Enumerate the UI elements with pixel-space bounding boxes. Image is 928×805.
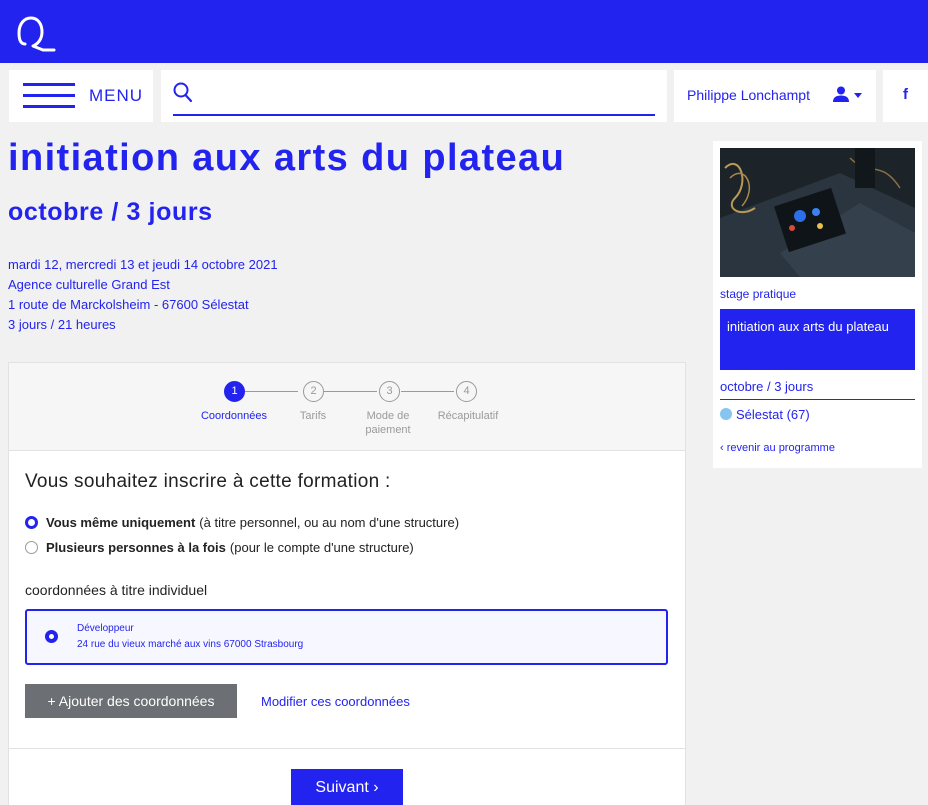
step-1-label: Coordonnées xyxy=(200,410,268,422)
option-multiple[interactable]: Plusieurs personnes à la fois (pour le co… xyxy=(25,540,414,555)
top-bar xyxy=(0,0,928,63)
user-menu[interactable]: Philippe Lonchampt xyxy=(674,70,876,122)
step-2-label: Tarifs xyxy=(299,410,327,422)
user-icon xyxy=(833,86,849,102)
course-title-box[interactable]: initiation aux arts du plateau xyxy=(720,309,915,370)
event-duration: 3 jours / 21 heures xyxy=(8,317,116,332)
option-individual[interactable]: Vous même uniquement (à titre personnel, … xyxy=(25,515,459,530)
course-photo[interactable] xyxy=(720,148,915,277)
step-4-circle: 4 xyxy=(456,381,477,402)
course-title: initiation aux arts du plateau xyxy=(727,319,889,334)
menu-button[interactable]: MENU xyxy=(9,70,153,122)
divider xyxy=(9,748,685,749)
event-info: mardi 12, mercredi 13 et jeudi 14 octobr… xyxy=(8,255,278,335)
search-bar xyxy=(161,70,667,122)
step-connector xyxy=(324,391,377,392)
radio-unchecked[interactable] xyxy=(25,541,38,554)
radio-checked[interactable] xyxy=(25,516,38,529)
option-individual-label: Vous même uniquement xyxy=(46,515,196,530)
step-3-label: Mode de paiement xyxy=(365,410,411,436)
hamburger-icon xyxy=(23,83,75,109)
search-input[interactable] xyxy=(173,80,655,116)
course-location: Sélestat (67) xyxy=(720,407,810,422)
address-card[interactable]: Développeur 24 rue du vieux marché aux v… xyxy=(25,609,668,665)
edit-coordinates-link[interactable]: Modifier ces coordonnées xyxy=(261,694,410,709)
next-button[interactable]: Suivant › xyxy=(291,769,403,805)
back-to-program-link[interactable]: ‹ revenir au programme xyxy=(720,442,835,454)
search-icon[interactable] xyxy=(173,82,193,104)
form-heading: Vous souhaitez inscrire à cette formatio… xyxy=(25,471,391,492)
address-title: Développeur xyxy=(77,623,134,634)
section-label: coordonnées à titre individuel xyxy=(25,582,208,598)
user-name: Philippe Lonchampt xyxy=(687,87,810,103)
location-dot-icon xyxy=(720,408,732,420)
course-subtitle: octobre / 3 jours xyxy=(720,379,814,394)
event-dates: mardi 12, mercredi 13 et jeudi 14 octobr… xyxy=(8,257,278,272)
option-individual-note: (à titre personnel, ou au nom d'une stru… xyxy=(199,515,460,530)
divider xyxy=(720,399,915,400)
step-1-circle: 1 xyxy=(224,381,245,402)
step-2-circle: 2 xyxy=(303,381,324,402)
menu-label: MENU xyxy=(89,86,144,105)
chevron-down-icon xyxy=(854,93,862,98)
page-subtitle: octobre / 3 jours xyxy=(8,198,213,226)
option-multiple-note: (pour le compte d'une structure) xyxy=(229,540,414,555)
address-line: 24 rue du vieux marché aux vins 67000 St… xyxy=(77,639,304,650)
step-connector xyxy=(245,391,298,392)
add-coordinates-button[interactable]: + Ajouter des coordonnées xyxy=(25,684,237,718)
facebook-icon: f xyxy=(903,86,908,103)
address-radio[interactable] xyxy=(45,630,58,643)
option-multiple-label: Plusieurs personnes à la fois xyxy=(46,540,226,555)
page-title: initiation aux arts du plateau xyxy=(8,137,566,179)
course-location-label: Sélestat (67) xyxy=(736,407,810,422)
step-4-label: Récapitulatif xyxy=(437,410,499,422)
registration-form: 1 2 3 4 Coordonnées Tarifs Mode de paiem… xyxy=(8,362,686,805)
course-type-tag: stage pratique xyxy=(720,287,797,301)
event-address: 1 route de Marckolsheim - 67600 Sélestat xyxy=(8,297,249,312)
event-venue: Agence culturelle Grand Est xyxy=(8,277,170,292)
step-3-circle: 3 xyxy=(379,381,400,402)
facebook-link[interactable]: f xyxy=(883,70,928,122)
site-logo[interactable] xyxy=(16,14,60,54)
progress-stepper: 1 2 3 4 Coordonnées Tarifs Mode de paiem… xyxy=(9,363,685,451)
step-connector xyxy=(401,391,454,392)
course-sidebar-card: stage pratique initiation aux arts du pl… xyxy=(713,141,922,468)
